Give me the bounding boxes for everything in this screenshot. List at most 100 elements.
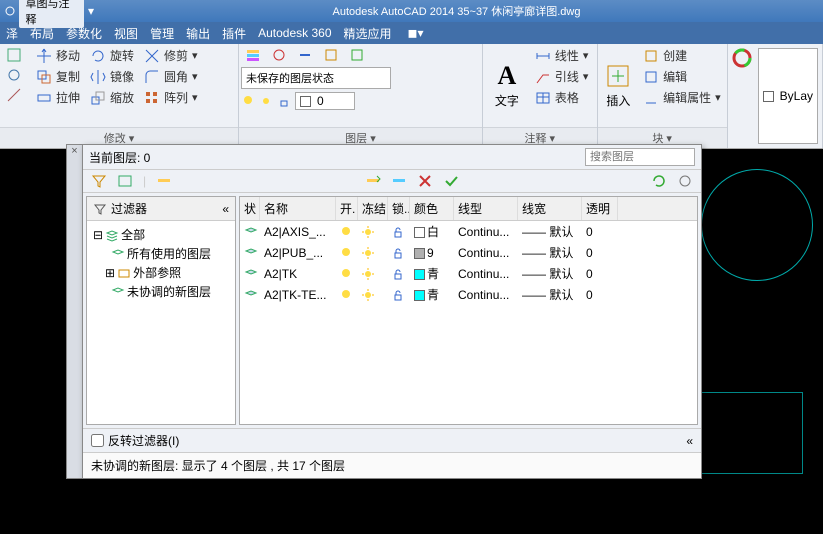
layer-linetype[interactable]: Continu... (454, 244, 518, 262)
unlock-icon[interactable] (392, 268, 404, 280)
tree-item-unrec[interactable]: 未协调的新图层 (89, 282, 233, 301)
layer-transparency[interactable]: 0 (582, 286, 618, 304)
layer-linetype[interactable]: Continu... (454, 265, 518, 283)
menu-item[interactable]: Autodesk 360 (258, 26, 331, 40)
layer-transparency[interactable]: 0 (582, 223, 618, 241)
menu-item[interactable]: 视图 (114, 25, 138, 42)
layer-transparency[interactable]: 0 (582, 265, 618, 283)
unlock-icon[interactable] (392, 289, 404, 301)
layer-lineweight[interactable]: —— 默认 (518, 263, 582, 284)
layer-row[interactable]: A2|TK青Continu...—— 默认0 (240, 263, 697, 284)
rotate-button[interactable]: 旋转 (86, 46, 138, 65)
settings-icon[interactable] (677, 173, 693, 189)
bulb-icon[interactable] (340, 268, 352, 280)
layer-name: A2|PUB_... (260, 244, 336, 262)
new-layer-icon[interactable] (365, 173, 381, 189)
layer-tool[interactable] (241, 46, 265, 64)
bulb-icon[interactable] (340, 289, 352, 301)
linear-dim-button[interactable]: 线性 ▾ (531, 46, 593, 65)
set-current-icon[interactable] (443, 173, 459, 189)
move-button[interactable]: 移动 (32, 46, 84, 65)
delete-layer-icon[interactable] (417, 173, 433, 189)
layers-icon (105, 228, 119, 242)
menu-item[interactable]: 布局 (30, 25, 54, 42)
copy-button[interactable]: 复制 (32, 67, 84, 86)
ribbon: 移动 复制 拉伸 旋转 镜像 缩放 修剪 ▾ 圆角 ▾ 阵列 ▾ 修改 ▾ (0, 44, 823, 149)
color-wheel-icon[interactable] (732, 48, 752, 68)
fillet-icon (144, 69, 160, 85)
refresh-icon[interactable] (651, 173, 667, 189)
layer-color[interactable]: 青 (410, 263, 454, 284)
sun-icon[interactable] (362, 247, 374, 259)
layer-tool[interactable] (293, 46, 317, 64)
create-block-button[interactable]: 创建 (639, 46, 725, 65)
close-icon[interactable]: × (67, 145, 82, 157)
layer-lineweight[interactable]: —— 默认 (518, 221, 582, 242)
layer-color[interactable]: 白 (410, 221, 454, 242)
filter-tree-header[interactable]: 过滤器« (87, 197, 235, 221)
insert-button[interactable]: 插入 (600, 46, 637, 125)
layer-linetype[interactable]: Continu... (454, 286, 518, 304)
layer-transparency[interactable]: 0 (582, 244, 618, 262)
layer-list-header[interactable]: 状 名称 开. 冻结 锁.. 颜色 线型 线宽 透明 (240, 197, 697, 221)
edit-attr-button[interactable]: 编辑属性 ▾ (639, 88, 725, 107)
sun-icon[interactable] (362, 268, 374, 280)
stretch-button[interactable]: 拉伸 (32, 88, 84, 107)
bulb-icon (241, 94, 255, 108)
layer-color[interactable]: 9 (410, 244, 454, 262)
mirror-button[interactable]: 镜像 (86, 67, 138, 86)
invert-filter-checkbox[interactable] (91, 434, 104, 447)
lock-icon (277, 94, 291, 108)
trim-button[interactable]: 修剪 ▾ (140, 46, 202, 65)
tool-small[interactable] (2, 46, 26, 64)
tree-item-all[interactable]: ⊟ 全部 (89, 225, 233, 244)
sun-icon[interactable] (362, 226, 374, 238)
menu-item[interactable]: 精选应用 (344, 25, 392, 42)
color-combo[interactable]: ByLay (758, 48, 818, 144)
menu-item[interactable]: 管理 (150, 25, 174, 42)
tree-item-used[interactable]: 所有使用的图层 (89, 244, 233, 263)
layer-tool[interactable] (267, 46, 291, 64)
sun-icon[interactable] (362, 289, 374, 301)
layer-state-icon[interactable] (117, 173, 133, 189)
fillet-button[interactable]: 圆角 ▾ (140, 67, 202, 86)
bulb-icon[interactable] (340, 226, 352, 238)
menu-overflow-icon[interactable]: ◼▾ (408, 26, 424, 40)
menu-item[interactable]: 参数化 (66, 25, 102, 42)
layer-lineweight[interactable]: —— 默认 (518, 284, 582, 305)
table-button[interactable]: 表格 (531, 88, 593, 107)
search-layer-input[interactable] (585, 148, 695, 166)
layer-tool[interactable] (345, 46, 369, 64)
tool-small[interactable] (2, 86, 26, 104)
leader-button[interactable]: 引线 ▾ (531, 67, 593, 86)
palette-handle[interactable]: × (66, 144, 82, 479)
text-button[interactable]: A文字 (485, 46, 529, 125)
menu-item[interactable]: 插件 (222, 25, 246, 42)
layer-tool[interactable] (319, 46, 343, 64)
new-layer-icon[interactable] (156, 173, 172, 189)
layer-lineweight[interactable]: —— 默认 (518, 242, 582, 263)
menu-item[interactable]: 输出 (186, 25, 210, 42)
layer-filter-icon[interactable] (91, 173, 107, 189)
layer-row[interactable]: A2|TK-TE... 青Continu...—— 默认0 (240, 284, 697, 305)
layer-row[interactable]: A2|AXIS_...白Continu...—— 默认0 (240, 221, 697, 242)
unlock-icon[interactable] (392, 247, 404, 259)
unlock-icon[interactable] (392, 226, 404, 238)
invert-filter-row[interactable]: 反转过滤器(I)« (83, 428, 701, 452)
layer-row[interactable]: A2|PUB_... 9Continu...—— 默认0 (240, 242, 697, 263)
panel-layer: 未保存的图层状态 0 图层 ▾ (239, 44, 483, 148)
array-button[interactable]: 阵列 ▾ (140, 88, 202, 107)
menu-item[interactable]: 泽 (6, 25, 18, 42)
new-layer-freeze-icon[interactable] (391, 173, 407, 189)
bulb-icon[interactable] (340, 247, 352, 259)
layer-linetype[interactable]: Continu... (454, 223, 518, 241)
tool-small[interactable] (2, 66, 26, 84)
layer-combo[interactable]: 0 (295, 92, 355, 110)
edit-block-button[interactable]: 编辑 (639, 67, 725, 86)
layer-name: A2|TK-TE... (260, 286, 336, 304)
layer-color[interactable]: 青 (410, 284, 454, 305)
rotate-icon (90, 48, 106, 64)
tree-item-xref[interactable]: ⊞ 外部参照 (89, 263, 233, 282)
scale-button[interactable]: 缩放 (86, 88, 138, 107)
layer-state-combo[interactable]: 未保存的图层状态 (241, 67, 391, 89)
